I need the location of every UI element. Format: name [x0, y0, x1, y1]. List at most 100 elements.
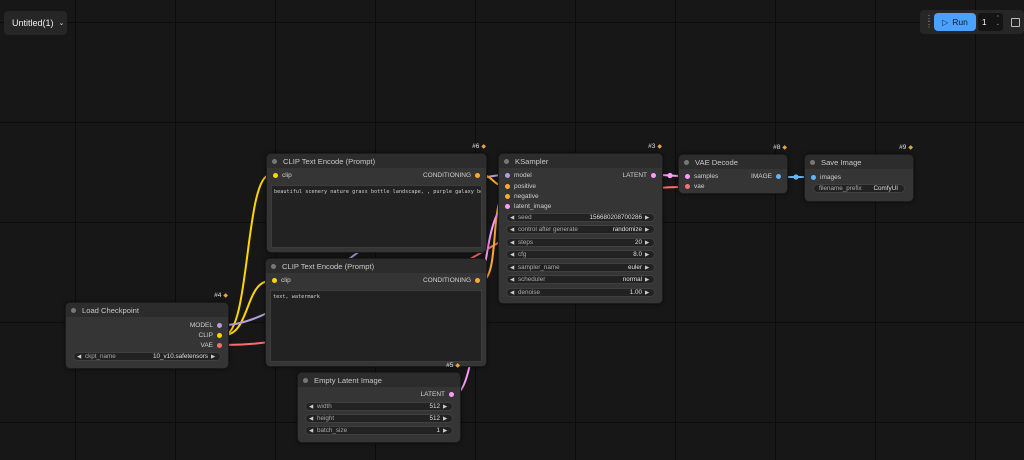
right-arrow-icon: ▶	[211, 353, 216, 360]
slot-dot	[273, 173, 278, 178]
node-header[interactable]: CLIP Text Encode (Prompt)	[266, 259, 486, 273]
node-badge-icon: ◆	[657, 144, 662, 150]
input-negative[interactable]: negative	[505, 193, 539, 200]
input-latent-image[interactable]: latent_image	[505, 203, 551, 210]
denoise-widget[interactable]: ◀ denoise 1.00 ▶	[506, 288, 655, 297]
node-id-badge: #6 ◆	[472, 143, 486, 150]
collapse-dot-icon[interactable]	[71, 307, 76, 313]
sampler-name-widget[interactable]: ◀ sampler_name euler ▶	[506, 263, 655, 272]
scheduler-widget[interactable]: ◀ scheduler normal ▶	[506, 275, 655, 284]
node-empty-latent-image[interactable]: #5 ◆ Empty Latent Image LATENT ◀ width 512 ▶…	[297, 362, 461, 443]
slot-dot	[776, 174, 781, 179]
node-badge-icon: ◆	[223, 293, 228, 299]
collapse-dot-icon[interactable]	[303, 377, 308, 383]
input-images[interactable]: images	[811, 174, 841, 181]
node-clip-text-encode-positive[interactable]: #6 ◆ CLIP Text Encode (Prompt) clip CONDI…	[266, 143, 487, 253]
filename-prefix-widget[interactable]: filename_prefix ComfyUI	[813, 184, 905, 193]
output-vae[interactable]: VAE	[200, 342, 222, 349]
workflow-tab[interactable]: Untitled(1) ⌄	[4, 11, 67, 35]
link-clip-to-negative	[223, 280, 271, 336]
batch-count-input[interactable]: 1 ⌃ ⌄	[978, 13, 1003, 31]
node-title: CLIP Text Encode (Prompt)	[282, 261, 375, 271]
prompt-textarea[interactable]: beautiful scenery nature grass bottle la…	[271, 185, 482, 248]
run-label: Run	[952, 17, 968, 27]
slot-dot	[685, 174, 690, 179]
node-header[interactable]: Empty Latent Image	[298, 373, 460, 387]
input-clip[interactable]: clip	[272, 277, 291, 284]
right-arrow-icon: ▶	[645, 239, 650, 246]
node-header[interactable]: CLIP Text Encode (Prompt)	[267, 154, 486, 168]
node-title: VAE Decode	[695, 157, 738, 167]
right-arrow-icon: ▶	[443, 415, 448, 422]
output-latent[interactable]: LATENT	[421, 391, 454, 398]
output-model[interactable]: MODEL	[190, 322, 222, 329]
node-load-checkpoint[interactable]: #4 ◆ Load Checkpoint MODEL CLIP VAE ◀ ckp…	[65, 292, 229, 369]
prompt-textarea[interactable]: text, watermark	[270, 290, 482, 362]
play-icon: ▷	[942, 17, 949, 27]
height-widget[interactable]: ◀ height 512 ▶	[305, 414, 453, 423]
ckpt-name-combo[interactable]: ◀ ckpt_name 10_v10.safetensors ▶	[73, 352, 221, 361]
slot-dot	[217, 343, 222, 348]
input-model[interactable]: model	[505, 172, 532, 179]
run-button[interactable]: ▷ Run	[934, 13, 976, 31]
node-header[interactable]: Load Checkpoint	[66, 303, 228, 317]
right-arrow-icon: ▶	[443, 403, 448, 410]
right-arrow-icon: ▶	[645, 251, 650, 258]
slot-dot	[475, 173, 480, 178]
slot-dot	[505, 204, 510, 209]
cfg-widget[interactable]: ◀ cfg 8.0 ▶	[506, 250, 655, 259]
steps-widget[interactable]: ◀ steps 20 ▶	[506, 238, 655, 247]
node-header[interactable]: Save Image	[805, 155, 913, 169]
node-title: Load Checkpoint	[82, 305, 139, 315]
output-conditioning[interactable]: CONDITIONING	[423, 277, 480, 284]
input-positive[interactable]: positive	[505, 183, 536, 190]
input-clip[interactable]: clip	[273, 172, 292, 179]
node-badge-icon: ◆	[908, 145, 913, 151]
right-arrow-icon: ▶	[443, 427, 448, 434]
node-header[interactable]: KSampler	[499, 154, 662, 168]
input-samples[interactable]: samples	[685, 173, 718, 180]
width-widget[interactable]: ◀ width 512 ▶	[305, 402, 453, 411]
chevron-down-icon[interactable]: ⌄	[59, 19, 65, 27]
node-badge-icon: ◆	[782, 145, 787, 151]
node-save-image[interactable]: #9 ◆ Save Image images filename_prefix Co…	[804, 144, 914, 202]
node-title: CLIP Text Encode (Prompt)	[283, 156, 376, 166]
collapse-dot-icon[interactable]	[810, 159, 815, 165]
queue-mode-checkbox[interactable]	[1011, 18, 1020, 27]
node-id-badge: #4 ◆	[214, 292, 228, 299]
node-badge-icon: ◆	[481, 144, 486, 150]
collapse-dot-icon[interactable]	[272, 158, 277, 164]
node-id-badge: #8 ◆	[773, 144, 787, 151]
node-vae-decode[interactable]: #8 ◆ VAE Decode samples IMAGE vae	[678, 144, 788, 194]
workflow-title: Untitled(1)	[12, 18, 54, 28]
run-toolbar: ⋮ ⋮ ▷ Run 1 ⌃ ⌄	[920, 10, 1024, 34]
output-clip[interactable]: CLIP	[199, 332, 222, 339]
right-arrow-icon: ▶	[645, 226, 650, 233]
seed-widget[interactable]: ◀ seed 156680208700286 ▶	[506, 213, 655, 222]
link-midpoint-image	[793, 174, 799, 180]
node-title: KSampler	[515, 156, 549, 166]
node-id-badge: #9 ◆	[899, 144, 913, 151]
node-title: Save Image	[821, 157, 862, 167]
right-arrow-icon: ▶	[645, 214, 650, 221]
collapse-dot-icon[interactable]	[271, 263, 276, 269]
output-latent[interactable]: LATENT	[623, 172, 656, 179]
node-clip-text-encode-negative[interactable]: CLIP Text Encode (Prompt) clip CONDITION…	[265, 258, 487, 367]
slot-dot	[505, 194, 510, 199]
batch-count-value: 1	[982, 17, 987, 27]
spinner-arrows-icon[interactable]: ⌃ ⌄	[996, 15, 1000, 27]
right-arrow-icon: ▶	[645, 264, 650, 271]
input-vae[interactable]: vae	[685, 183, 704, 190]
output-conditioning[interactable]: CONDITIONING	[423, 172, 480, 179]
collapse-dot-icon[interactable]	[504, 158, 509, 164]
node-header[interactable]: VAE Decode	[679, 155, 787, 169]
collapse-dot-icon[interactable]	[684, 159, 689, 165]
control-after-generate-widget[interactable]: ◀ control after generate randomize ▶	[506, 225, 655, 234]
right-arrow-icon: ▶	[645, 276, 650, 283]
output-image[interactable]: IMAGE	[751, 173, 781, 180]
slot-dot	[272, 278, 277, 283]
link-clip-to-positive	[223, 174, 271, 336]
node-ksampler[interactable]: #3 ◆ KSampler model LATENT positive negat…	[498, 143, 663, 304]
batch-size-widget[interactable]: ◀ batch_size 1 ▶	[305, 426, 453, 435]
drag-handle-icon[interactable]: ⋮ ⋮	[925, 15, 933, 29]
